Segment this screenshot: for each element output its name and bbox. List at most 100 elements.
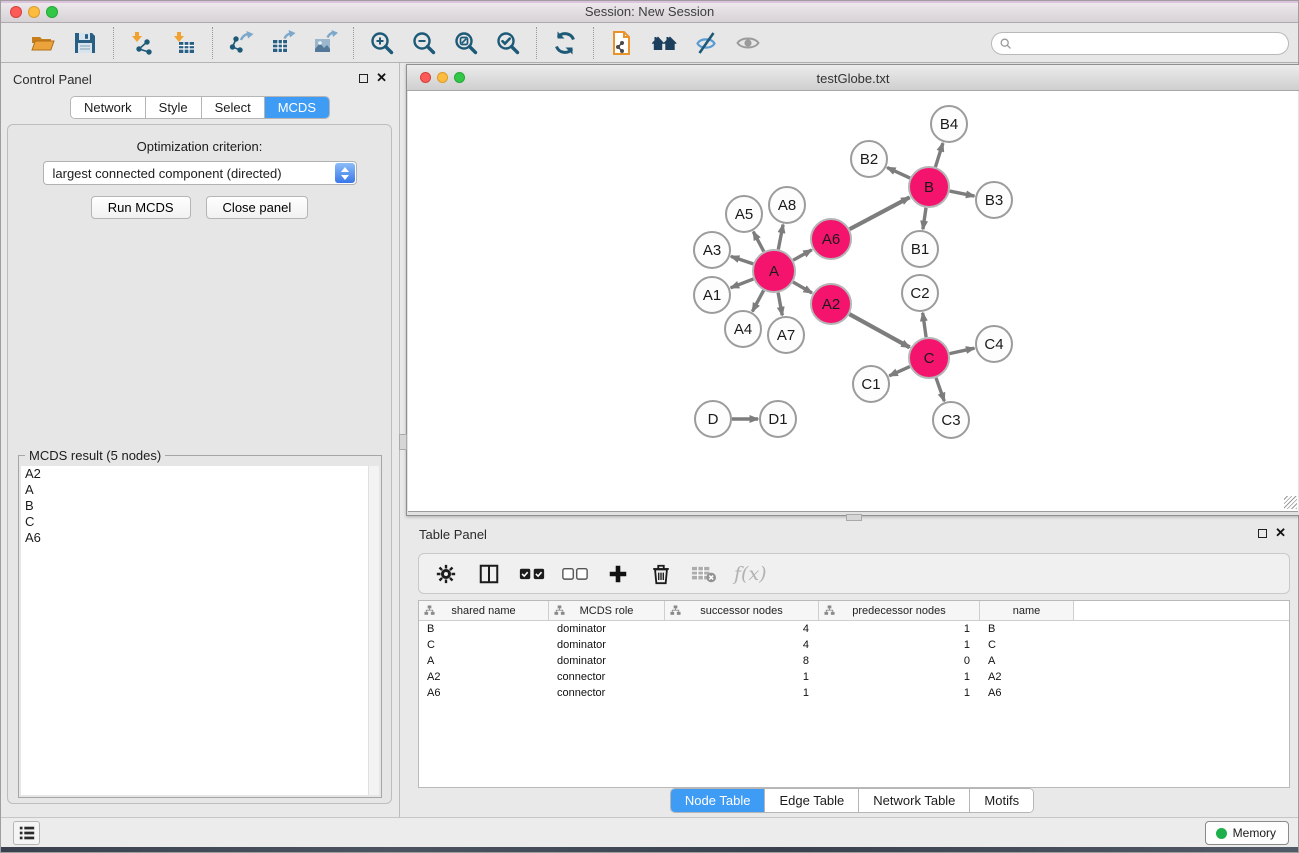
mcds-result-item[interactable]: A [21, 482, 379, 498]
table-panel-title: Table Panel [419, 527, 487, 542]
table-close-icon[interactable]: ✕ [1275, 528, 1286, 538]
graph-edge-B-B1[interactable] [923, 208, 926, 229]
save-icon[interactable] [71, 29, 99, 57]
mcds-result-item[interactable]: B [21, 498, 379, 514]
zoom-selected-icon[interactable] [494, 29, 522, 57]
graph-edge-A-A6[interactable] [793, 250, 812, 260]
graph-edge-A6-B[interactable] [850, 197, 910, 229]
mcds-result-list[interactable]: A2ABCA6 [21, 466, 379, 795]
cell-successor-nodes: 1 [665, 669, 819, 685]
table-tabbar: Node TableEdge TableNetwork TableMotifs [670, 788, 1034, 813]
export-image-icon[interactable] [311, 29, 339, 57]
clone-document-icon[interactable] [608, 29, 636, 57]
refresh-icon[interactable] [551, 29, 579, 57]
zoom-out-icon[interactable] [410, 29, 438, 57]
graph-node-label-A7: A7 [777, 327, 795, 344]
plus-icon[interactable] [605, 562, 631, 586]
trash-icon[interactable] [648, 562, 674, 586]
export-network-icon[interactable] [227, 29, 255, 57]
hide-details-icon[interactable] [692, 29, 720, 57]
graph-edge-A-A4[interactable] [752, 290, 763, 311]
desktop-background-strip [1, 847, 1298, 852]
network-canvas[interactable]: AA1A2A3A4A5A6A7A8BB1B2B3B4CC1C2C3C4DD1 [408, 91, 1298, 512]
window-resize-grip[interactable] [1284, 496, 1297, 509]
control-panel-tabbar: NetworkStyleSelectMCDS [70, 96, 330, 119]
tab-network[interactable]: Network [71, 97, 146, 118]
graph-edge-A-A7[interactable] [778, 293, 782, 316]
graph-edge-A-A1[interactable] [731, 279, 754, 288]
mcds-result-item[interactable]: A2 [21, 466, 379, 482]
table-row[interactable]: Cdominator41C [419, 637, 1289, 653]
close-panel-button[interactable]: Close panel [206, 196, 309, 219]
tab-mcds[interactable]: MCDS [265, 97, 329, 118]
graph-edge-B-B3[interactable] [950, 191, 975, 196]
graph-edge-A-A8[interactable] [778, 225, 783, 250]
cell-predecessor-nodes: 1 [819, 669, 980, 685]
graph-edge-A-A2[interactable] [793, 282, 812, 293]
horizontal-splitter-handle[interactable] [846, 514, 862, 521]
check-pair-icon[interactable] [519, 562, 545, 586]
mcds-result-item[interactable]: A6 [21, 530, 379, 546]
gear-icon[interactable] [433, 562, 459, 586]
graph-edge-A2-C[interactable] [849, 314, 909, 347]
cell-predecessor-nodes: 1 [819, 637, 980, 653]
column-header-name[interactable]: name [980, 601, 1074, 620]
uncheck-pair-icon[interactable] [562, 562, 588, 586]
zoom-fit-icon[interactable] [452, 29, 480, 57]
main-toolbar [1, 23, 1298, 63]
cell-mcds-role: dominator [549, 653, 665, 669]
column-header-mcds-role[interactable]: MCDS role [549, 601, 665, 620]
home-pair-icon[interactable] [650, 29, 678, 57]
table-row[interactable]: A6connector11A6 [419, 685, 1289, 701]
network-window-titlebar[interactable]: testGlobe.txt [407, 65, 1299, 91]
tab-style[interactable]: Style [146, 97, 202, 118]
graph-edge-A-A5[interactable] [753, 232, 764, 252]
graph-edge-C-C4[interactable] [950, 348, 975, 353]
column-header-successor-nodes[interactable]: successor nodes [665, 601, 819, 620]
graph-edge-C-C3[interactable] [936, 378, 944, 401]
table-delete-icon [691, 562, 717, 586]
import-table-icon[interactable] [170, 29, 198, 57]
tab-select[interactable]: Select [202, 97, 265, 118]
table-float-icon[interactable] [1258, 529, 1267, 538]
close-panel-icon[interactable]: ✕ [376, 73, 387, 83]
vertical-splitter-handle[interactable] [399, 434, 407, 450]
graph-edge-B-B2[interactable] [887, 168, 910, 179]
search-input[interactable] [1013, 34, 1288, 53]
application-window: Session: New Session Control Panel ✕ Net… [0, 0, 1299, 853]
cell-successor-nodes: 4 [665, 621, 819, 637]
run-mcds-button[interactable]: Run MCDS [91, 196, 191, 219]
open-folder-icon[interactable] [29, 29, 57, 57]
export-table-icon[interactable] [269, 29, 297, 57]
table-tab-network-table[interactable]: Network Table [859, 789, 970, 812]
eye-icon[interactable] [734, 29, 762, 57]
table-row[interactable]: Bdominator41B [419, 621, 1289, 637]
zoom-in-icon[interactable] [368, 29, 396, 57]
memory-label: Memory [1233, 826, 1276, 840]
column-header-predecessor-nodes[interactable]: predecessor nodes [819, 601, 980, 620]
task-history-button[interactable] [13, 821, 40, 845]
cell-predecessor-nodes: 0 [819, 653, 980, 669]
graph-edge-B-B4[interactable] [935, 143, 943, 167]
memory-button[interactable]: Memory [1205, 821, 1289, 845]
column-header-shared-name[interactable]: shared name [419, 601, 549, 620]
cell-mcds-role: dominator [549, 637, 665, 653]
import-network-icon[interactable] [128, 29, 156, 57]
criterion-dropdown[interactable]: largest connected component (directed) [43, 161, 357, 185]
float-panel-icon[interactable] [359, 74, 368, 83]
mcds-result-item[interactable]: C [21, 514, 379, 530]
table-row[interactable]: A2connector11A2 [419, 669, 1289, 685]
table-header-row: shared nameMCDS rolesuccessor nodesprede… [419, 601, 1289, 621]
graph-node-label-A4: A4 [734, 321, 752, 338]
table-tab-node-table[interactable]: Node Table [671, 789, 766, 812]
table-tab-edge-table[interactable]: Edge Table [765, 789, 859, 812]
table-tab-motifs[interactable]: Motifs [970, 789, 1033, 812]
graph-edge-A-A3[interactable] [731, 256, 753, 264]
graph-edge-C-C1[interactable] [889, 367, 910, 376]
result-scrollbar[interactable] [368, 466, 379, 795]
graph-node-label-B3: B3 [985, 192, 1003, 209]
graph-edge-C-C2[interactable] [923, 313, 926, 337]
control-panel-title: Control Panel [13, 72, 92, 87]
table-row[interactable]: Adominator80A [419, 653, 1289, 669]
columns-icon[interactable] [476, 562, 502, 586]
